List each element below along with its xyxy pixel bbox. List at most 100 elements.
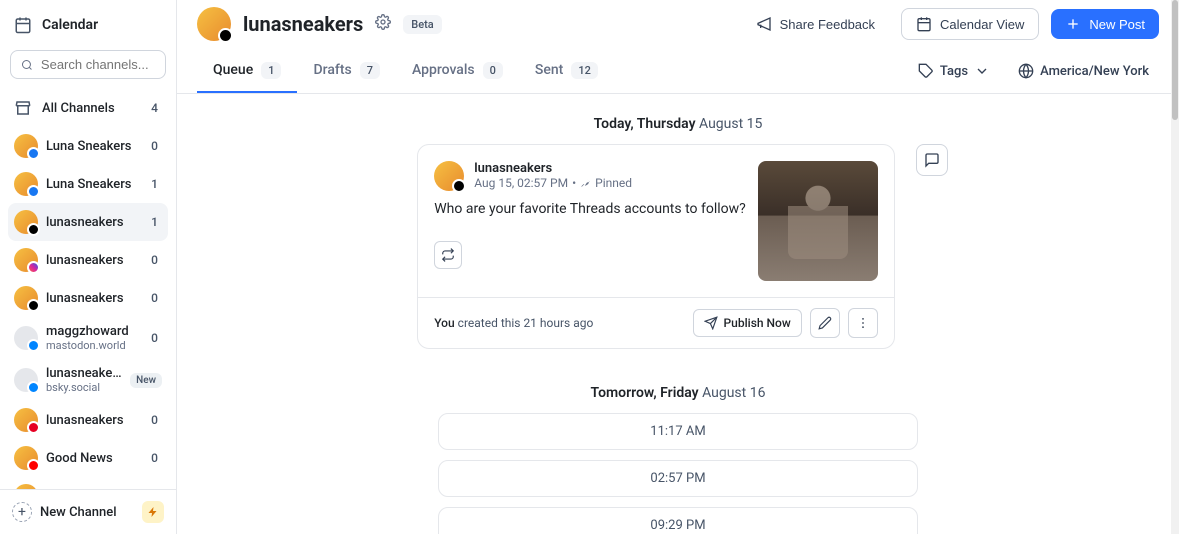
sidebar: Calendar All Channels 4 Luna Sneakers 0 (0, 0, 177, 534)
sidebar-item-lunasneakers-9[interactable]: LunaSneakers 1 (8, 477, 168, 489)
share-feedback-button[interactable]: Share Feedback (742, 9, 889, 39)
comment-button[interactable] (916, 144, 948, 176)
post-card[interactable]: lunasneakers Aug 15, 02:57 PM • Pinned (417, 144, 895, 349)
post-pinned-label: Pinned (595, 176, 632, 190)
send-icon (704, 316, 718, 330)
day-header-tomorrow: Tomorrow, Friday August 16 (197, 385, 1159, 401)
threads-icon (27, 223, 40, 236)
bsky-icon (27, 381, 40, 394)
search-icon (21, 58, 33, 72)
edit-button[interactable] (810, 308, 840, 338)
storefront-icon (14, 99, 32, 117)
sidebar-item-label: Good News (46, 451, 139, 466)
share-feedback-label: Share Feedback (780, 17, 875, 32)
sidebar-item-lunasneakersbsky--6[interactable]: lunasneakersbsky... bsky.social New (8, 359, 168, 401)
avatar (14, 446, 38, 470)
day-today-light: August 15 (699, 116, 762, 132)
reshare-button[interactable] (434, 241, 462, 269)
chevron-down-icon (974, 63, 990, 79)
tag-icon (918, 63, 934, 79)
post-footer-rest: created this 21 hours ago (458, 316, 594, 330)
sidebar-item-luna-sneakers-0[interactable]: Luna Sneakers 0 (8, 127, 168, 165)
tab-drafts-count: 7 (360, 62, 380, 79)
day-tomorrow-strong: Tomorrow, Friday (591, 385, 699, 401)
channel-avatar (197, 7, 231, 41)
scrollbar-thumb[interactable] (1172, 0, 1178, 120)
bsky-icon (27, 339, 40, 352)
tab-drafts-label: Drafts (313, 62, 351, 78)
search-input[interactable] (41, 57, 155, 72)
avatar (14, 484, 38, 489)
tags-label: Tags (940, 64, 968, 79)
tags-button[interactable]: Tags (908, 57, 1000, 85)
sidebar-item-badge: 1 (147, 177, 162, 191)
reshare-icon (441, 248, 455, 262)
topbar: lunasneakers Beta Share Feedback Calenda… (177, 0, 1179, 41)
tab-sent-count: 12 (571, 62, 598, 79)
sidebar-item-badge: 0 (147, 139, 162, 153)
fb-icon (27, 185, 40, 198)
tab-approvals[interactable]: Approvals 0 (396, 50, 519, 93)
new-post-button[interactable]: New Post (1051, 9, 1159, 39)
sidebar-item-lunasneakers-2[interactable]: lunasneakers 1 (8, 203, 168, 241)
globe-icon (1018, 63, 1034, 79)
tab-queue-label: Queue (213, 62, 253, 78)
channel-list: All Channels 4 Luna Sneakers 0 Luna Snea… (0, 89, 176, 489)
sidebar-item-label: lunasneakers (46, 253, 139, 268)
calendar-view-button[interactable]: Calendar View (901, 8, 1039, 40)
gear-icon (375, 14, 391, 30)
yt-icon (27, 459, 40, 472)
settings-button[interactable] (375, 14, 391, 34)
pencil-icon (818, 316, 832, 330)
upgrade-icon[interactable] (142, 501, 164, 523)
sidebar-item-badge: 0 (147, 253, 162, 267)
tabs: Queue 1 Drafts 7 Approvals 0 Sent 12 Tag… (177, 49, 1179, 94)
tab-sent-label: Sent (535, 62, 563, 78)
post-time: Aug 15, 02:57 PM (474, 176, 568, 190)
pinterest-icon (27, 421, 40, 434)
publish-now-button[interactable]: Publish Now (693, 309, 802, 337)
calendar-view-label: Calendar View (940, 17, 1024, 32)
tab-queue[interactable]: Queue 1 (197, 50, 297, 93)
avatar (14, 134, 38, 158)
search-input-wrapper[interactable] (10, 50, 166, 79)
new-post-label: New Post (1089, 17, 1145, 32)
post-meta: Aug 15, 02:57 PM • Pinned (474, 176, 632, 190)
avatar (14, 408, 38, 432)
tab-drafts[interactable]: Drafts 7 (297, 50, 395, 93)
avatar (14, 172, 38, 196)
sidebar-item-luna-sneakers-1[interactable]: Luna Sneakers 1 (8, 165, 168, 203)
time-slot[interactable]: 02:57 PM (438, 460, 918, 497)
sidebar-item-label: maggzhoward (46, 324, 139, 339)
sidebar-item-lunasneakers-7[interactable]: lunasneakers 0 (8, 401, 168, 439)
time-slot[interactable]: 09:29 PM (438, 507, 918, 534)
calendar-icon (14, 16, 32, 34)
sidebar-item-maggzhoward-5[interactable]: maggzhoward mastodon.world 0 (8, 317, 168, 359)
main: lunasneakers Beta Share Feedback Calenda… (177, 0, 1179, 534)
avatar (14, 248, 38, 272)
content-scroll[interactable]: Today, Thursday August 15 (177, 94, 1179, 534)
comment-icon (924, 152, 940, 168)
tab-queue-count: 1 (261, 62, 281, 79)
new-channel-button[interactable]: + New Channel (0, 489, 176, 534)
scrollbar[interactable] (1171, 0, 1179, 534)
page-title: lunasneakers (243, 12, 363, 36)
new-channel-label: New Channel (40, 505, 134, 520)
sidebar-item-label: lunasneakers (46, 215, 139, 230)
avatar (14, 326, 38, 350)
sidebar-item-badge-new: New (130, 373, 162, 388)
sidebar-item-good-news-8[interactable]: Good News 0 (8, 439, 168, 477)
sidebar-item-badge: 1 (147, 215, 162, 229)
tab-sent[interactable]: Sent 12 (519, 50, 614, 93)
sidebar-item-lunasneakers-3[interactable]: lunasneakers 0 (8, 241, 168, 279)
time-slot[interactable]: 11:17 AM (438, 413, 918, 450)
sidebar-item-label: lunasneakersbsky... (46, 366, 122, 381)
all-channels-item[interactable]: All Channels 4 (8, 89, 168, 127)
timezone-button[interactable]: America/New York (1008, 57, 1159, 85)
sidebar-item-badge: 0 (147, 413, 162, 427)
more-button[interactable] (848, 308, 878, 338)
sidebar-item-label: lunasneakers (46, 291, 139, 306)
post-text: Who are your favorite Threads accounts t… (434, 201, 746, 217)
tab-approvals-count: 0 (483, 62, 503, 79)
sidebar-item-lunasneakers-4[interactable]: lunasneakers 0 (8, 279, 168, 317)
